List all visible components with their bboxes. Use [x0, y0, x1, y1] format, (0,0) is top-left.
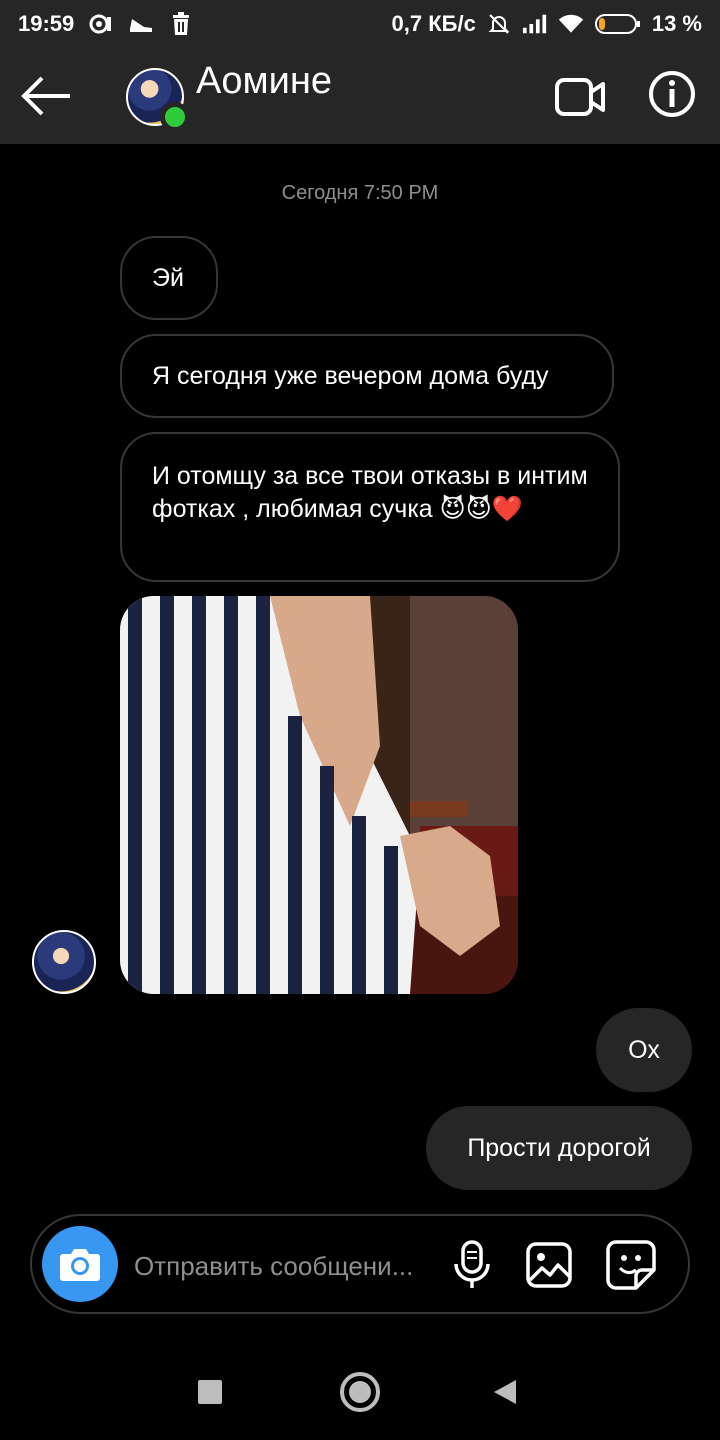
sticker-icon — [606, 1240, 656, 1290]
wifi-icon — [558, 11, 584, 37]
mute-bell-icon — [486, 11, 512, 37]
photo-image — [120, 596, 518, 994]
message-text: Эй — [152, 263, 184, 292]
image-icon — [526, 1242, 572, 1288]
camera-icon — [60, 1249, 100, 1281]
gallery-button[interactable] — [526, 1242, 572, 1288]
incoming-photo[interactable] — [120, 596, 518, 994]
message-list[interactable]: Сегодня 7:50 PM Эй Я сегодня уже вечером… — [0, 144, 720, 1210]
home-button[interactable] — [340, 1372, 380, 1412]
voice-message-button[interactable] — [452, 1240, 492, 1290]
message-text: Прости дорогой — [467, 1133, 651, 1162]
outgoing-message[interactable]: Прости дорогой — [426, 1106, 692, 1190]
contact-avatar-button[interactable] — [126, 68, 190, 132]
message-text: Я сегодня уже вечером дома буду — [152, 361, 549, 390]
system-navigation-bar — [0, 1344, 720, 1440]
network-speed: 0,7 КБ/с — [391, 11, 476, 36]
status-time: 19:59 — [18, 11, 75, 36]
outgoing-message[interactable]: Ох — [596, 1008, 692, 1092]
message-input[interactable] — [134, 1246, 434, 1286]
trash-icon — [168, 11, 194, 37]
signal-icon — [522, 11, 548, 37]
message-text: Ох — [628, 1035, 660, 1064]
incoming-message[interactable]: Я сегодня уже вечером дома буду — [120, 334, 614, 418]
contact-name[interactable]: Аомине — [196, 60, 332, 103]
shoe-icon — [128, 11, 154, 37]
battery-level: 13 % — [651, 11, 702, 36]
online-status-dot — [160, 102, 190, 132]
camera-button[interactable] — [42, 1226, 118, 1302]
status-bar: 19:59 0,7 КБ/с 13 % — [0, 0, 720, 48]
notification-icon — [88, 11, 114, 37]
message-timestamp: Сегодня 7:50 PM — [281, 182, 439, 204]
back-button[interactable] — [20, 74, 76, 118]
info-button[interactable] — [648, 70, 696, 118]
info-icon — [649, 71, 695, 117]
recent-apps-button[interactable] — [198, 1380, 222, 1404]
video-camera-icon — [555, 78, 605, 116]
system-back-button[interactable] — [494, 1380, 516, 1404]
message-composer — [30, 1214, 690, 1314]
sender-avatar[interactable] — [32, 930, 96, 994]
arrow-left-icon — [21, 76, 70, 116]
chat-header: Аомине — [0, 48, 720, 144]
incoming-message[interactable]: И отомщу за все твои отказы в интим фотк… — [120, 432, 620, 582]
sticker-button[interactable] — [606, 1240, 656, 1290]
microphone-icon — [454, 1240, 490, 1288]
incoming-message[interactable]: Эй — [120, 236, 218, 320]
battery-icon — [594, 11, 642, 37]
video-call-button[interactable] — [554, 72, 606, 122]
message-text: И отомщу за все твои отказы в интим фотк… — [152, 462, 588, 523]
